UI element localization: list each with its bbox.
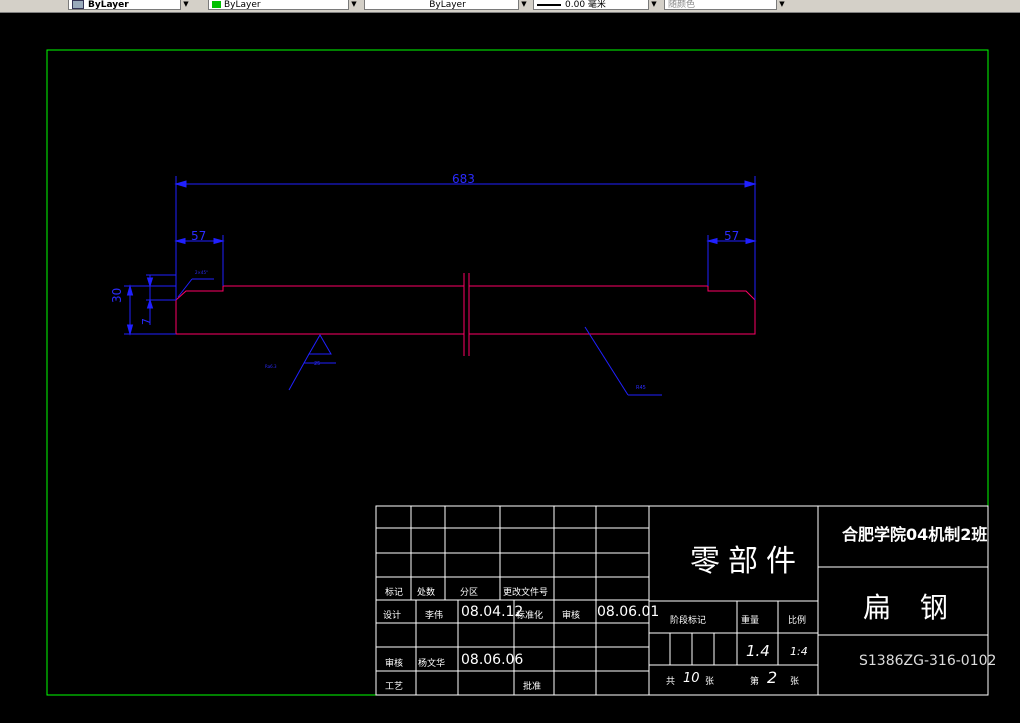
- color-swatch-icon: [212, 1, 221, 8]
- dim-step-height: 7: [140, 318, 153, 325]
- stage-label: 阶段标记: [670, 616, 707, 626]
- dim-right-step: 57: [724, 229, 740, 243]
- weight-value: 1.4: [746, 642, 770, 660]
- color-combo[interactable]: ByLayer: [208, 0, 358, 10]
- weight-label: 重量: [741, 616, 760, 626]
- lineweight-combo-dropdown-icon[interactable]: ▼: [648, 0, 659, 10]
- drawing-number: S1386ZG-316-0102: [859, 653, 997, 669]
- total-sheets-unit: 张: [705, 677, 715, 687]
- check-label: 审核: [562, 611, 581, 621]
- school-class: 合肥学院04机制2班: [842, 525, 988, 544]
- approve-label: 批准: [523, 682, 542, 692]
- sheet-number: 2: [767, 668, 778, 687]
- scale-value: 1:4: [790, 645, 808, 658]
- reviewer-name: 杨文华: [418, 659, 446, 669]
- total-sheets: 10: [683, 671, 700, 686]
- lineweight-combo[interactable]: 0.00 毫米: [533, 0, 658, 10]
- part-type: 零部件: [690, 544, 804, 579]
- rev-header-count: 处数: [417, 588, 436, 598]
- dim-overall-length: 683: [452, 172, 475, 186]
- total-sheets-label: 共: [666, 677, 676, 687]
- sheet-unit: 张: [790, 677, 800, 687]
- part-outline: [175, 273, 756, 356]
- lineweight-line-icon: [537, 3, 561, 6]
- review-date: 08.06.06: [461, 652, 524, 668]
- linetype-combo[interactable]: ByLayer: [364, 0, 528, 10]
- roughness-label: 25: [314, 361, 321, 367]
- layer-icon: [72, 0, 84, 9]
- standard-label: 标准化: [516, 611, 544, 621]
- rev-header-mark: 标记: [385, 588, 404, 598]
- dim-height: 30: [110, 287, 124, 303]
- plotstyle-combo[interactable]: 随颜色: [664, 0, 786, 10]
- review-label: 审核: [385, 659, 404, 669]
- properties-toolbar: ByLayer ▼ ByLayer ▼ ByLayer ▼ 0.00 毫米 ▼ …: [0, 0, 1020, 13]
- plotstyle-combo-dropdown-icon[interactable]: ▼: [776, 0, 787, 10]
- sheet-label: 第: [750, 677, 760, 687]
- rev-header-zone: 分区: [460, 588, 479, 598]
- part-name: 扁 钢: [863, 591, 958, 624]
- linetype-combo-dropdown-icon[interactable]: ▼: [518, 0, 529, 10]
- scale-label: 比例: [788, 616, 807, 626]
- drawing-frame: [46, 49, 989, 696]
- layer-combo[interactable]: ByLayer: [68, 0, 190, 10]
- chamfer-label: 2×45°: [195, 270, 208, 275]
- design-date: 08.04.12: [461, 604, 524, 620]
- right-leader-label: R45: [636, 385, 646, 391]
- design-label: 设计: [383, 611, 402, 621]
- check-date: 08.06.01: [597, 604, 660, 620]
- dim-left-step: 57: [191, 229, 207, 243]
- process-label: 工艺: [385, 682, 404, 692]
- drawing-canvas[interactable]: 683 57 57 30 7 2×45° Ra6.3 25 R45 标记 处数 …: [0, 13, 1020, 723]
- layer-combo-dropdown-icon[interactable]: ▼: [180, 0, 191, 10]
- designer-name: 李伟: [425, 611, 444, 621]
- color-combo-dropdown-icon[interactable]: ▼: [348, 0, 359, 10]
- left-leader-label: Ra6.3: [265, 364, 277, 369]
- rev-header-file: 更改文件号: [503, 588, 549, 598]
